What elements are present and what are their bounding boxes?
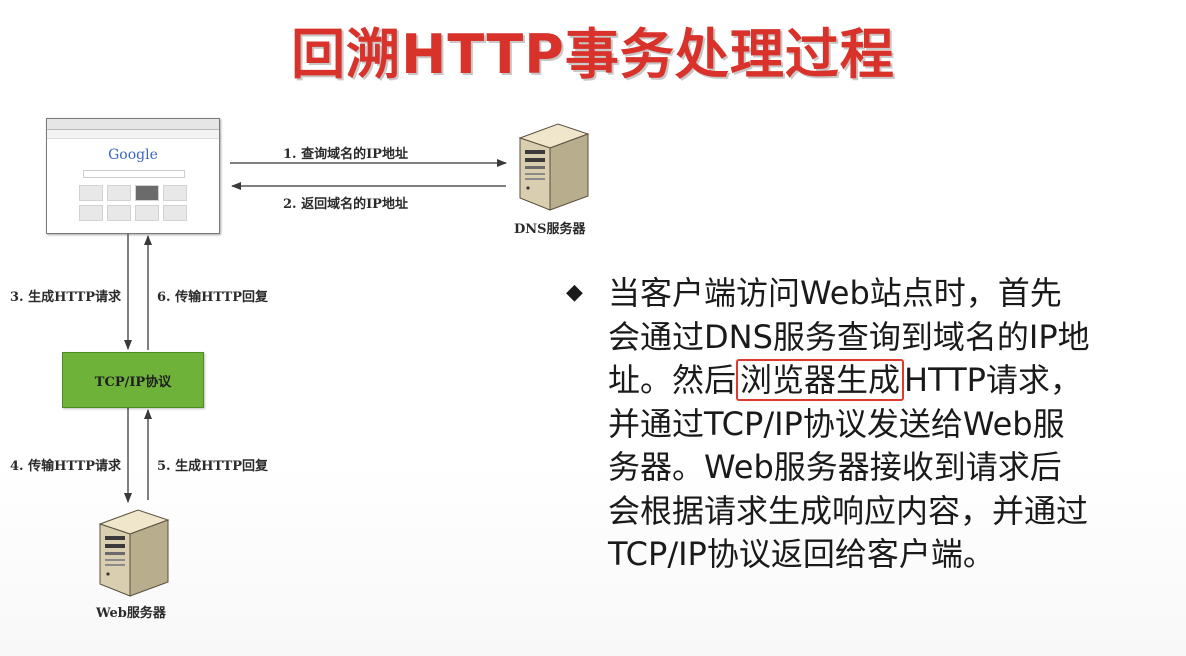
description-line: TCP/IP协议返回给客户端。 <box>608 535 995 573</box>
diamond-bullet-icon: ◆ <box>566 280 583 305</box>
step-5-label: 5. 生成HTTP回复 <box>157 459 269 474</box>
description-line: 当客户端访问Web站点时，首先 <box>608 274 1062 312</box>
step-3-label: 3. 生成HTTP请求 <box>10 290 122 305</box>
step-6-label: 6. 传输HTTP回复 <box>157 290 269 305</box>
description-line: 址。然后 浏览器生成 HTTP请求， <box>608 359 1168 403</box>
tcp-ip-label: TCP/IP协议 <box>94 374 172 390</box>
description-paragraph: 当客户端访问Web站点时，首先 会通过DNS服务查询到域名的IP地 址。然后 浏览… <box>608 272 1168 577</box>
step-2-label: 2. 返回域名的IP地址 <box>283 197 408 212</box>
slide: 回溯HTTP事务处理过程 回溯HTTP事务处理过程 Google DNS服务器 <box>0 0 1186 656</box>
description-line: 务器。Web服务器接收到请求后 <box>608 448 1062 486</box>
highlighted-phrase: 浏览器生成 <box>736 359 905 401</box>
description-text: HTTP请求， <box>904 361 1082 399</box>
description-line: 并通过TCP/IP协议发送给Web服 <box>608 404 1065 443</box>
description-line: 会通过DNS服务查询到域名的IP地 <box>608 317 1090 356</box>
tcp-ip-box: TCP/IP协议 <box>62 352 204 408</box>
description-line: 会根据请求生成响应内容，并通过 <box>608 491 1089 530</box>
step-4-label: 4. 传输HTTP请求 <box>10 459 122 474</box>
description-text: 址。然后 <box>608 361 737 399</box>
step-1-label: 1. 查询域名的IP地址 <box>283 147 408 162</box>
